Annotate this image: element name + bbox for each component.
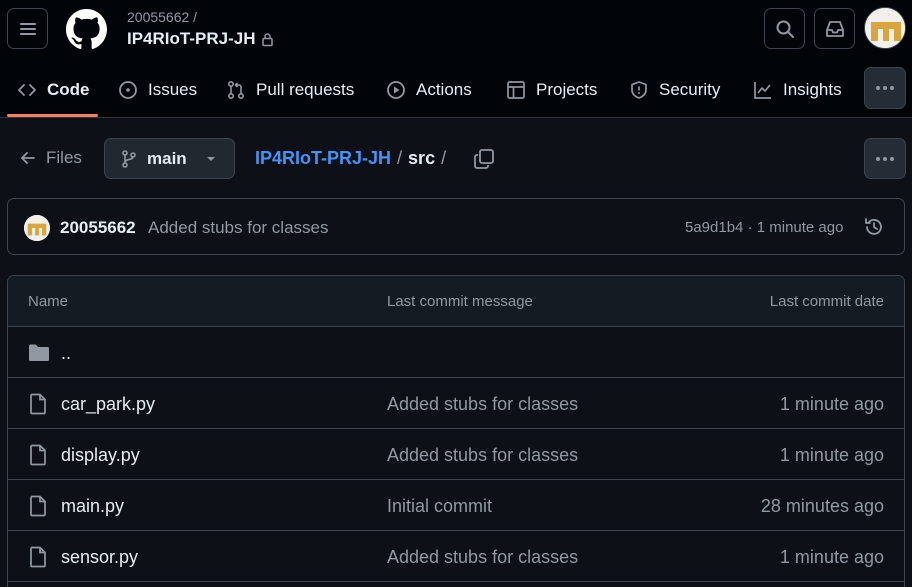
branch-selector[interactable]: main (104, 138, 235, 179)
inbox-button[interactable] (814, 8, 855, 49)
owner-link[interactable]: 20055662 / (127, 9, 197, 25)
commit-message[interactable]: Added stubs for classes (148, 218, 328, 238)
file-name-link[interactable]: sensor.py (61, 547, 138, 568)
history-icon[interactable] (863, 216, 885, 238)
git-branch-icon (122, 149, 136, 168)
repo-nav: Code Issues Pull requests Actions Projec… (0, 66, 912, 118)
tab-label: Code (47, 80, 90, 99)
github-logo[interactable] (66, 9, 107, 50)
table-row[interactable]: display.py Added stubs for classes 1 min… (8, 429, 904, 480)
parent-directory-row[interactable]: .. (8, 327, 904, 378)
tab-label: Actions (416, 80, 472, 99)
file-name-link[interactable]: display.py (61, 445, 140, 466)
kebab-horizontal-icon (876, 156, 894, 161)
tab-code[interactable]: Code (17, 66, 90, 114)
repo-title[interactable]: IP4RIoT-PRJ-JH (127, 29, 274, 49)
pull-request-icon (227, 80, 245, 100)
files-toggle[interactable]: Files (20, 148, 82, 168)
tab-insights[interactable]: Insights (753, 66, 842, 114)
folder-icon (29, 344, 49, 361)
latest-commit-bar: 20055662 Added stubs for classes 5a9d1b4… (7, 198, 905, 255)
commit-hash-and-time[interactable]: 5a9d1b4 · 1 minute ago (685, 219, 843, 236)
files-label: Files (46, 148, 82, 167)
tab-label: Issues (148, 80, 198, 99)
tab-pull-requests[interactable]: Pull requests (226, 66, 354, 114)
parent-directory-link[interactable]: .. (61, 343, 71, 364)
column-header-date: Last commit date (769, 293, 884, 310)
avatar-pattern-icon (24, 215, 50, 241)
issue-opened-icon (119, 81, 137, 99)
copy-icon (474, 149, 494, 169)
more-options-button[interactable] (864, 138, 906, 179)
breadcrumb: IP4RIoT-PRJ-JH / src / (255, 148, 446, 169)
breadcrumb-separator: / (441, 148, 447, 168)
repo-name[interactable]: IP4RIoT-PRJ-JH (127, 29, 255, 49)
tab-label: Projects (536, 80, 598, 99)
file-icon (30, 495, 46, 517)
menu-button[interactable] (7, 8, 48, 49)
kebab-horizontal-icon (876, 86, 894, 90)
file-commit-date: 28 minutes ago (760, 496, 884, 516)
app-header: 20055662 / IP4RIoT-PRJ-JH Code Issues Pu… (0, 0, 912, 118)
file-table: Name Last commit message Last commit dat… (7, 275, 905, 587)
tab-issues[interactable]: Issues (118, 66, 197, 114)
copy-path-button[interactable] (470, 145, 498, 173)
tab-security[interactable]: Security (629, 66, 720, 114)
avatar-pattern-icon (865, 8, 905, 48)
graph-icon (754, 82, 771, 99)
breadcrumb-separator: / (397, 148, 403, 168)
file-icon (30, 393, 46, 415)
file-commit-date: 1 minute ago (779, 394, 884, 414)
more-tabs-button[interactable] (864, 67, 906, 109)
tab-actions[interactable]: Actions (386, 66, 472, 114)
file-commit-message[interactable]: Added stubs for classes (387, 547, 578, 568)
code-icon (18, 84, 36, 96)
user-avatar[interactable] (864, 7, 906, 49)
tab-projects[interactable]: Projects (506, 66, 597, 114)
breadcrumb-repo-link[interactable]: IP4RIoT-PRJ-JH (255, 148, 391, 169)
file-commit-date: 1 minute ago (779, 547, 884, 567)
table-row[interactable]: sensor.py Added stubs for classes 1 minu… (8, 531, 904, 582)
tab-label: Security (659, 80, 721, 99)
file-name-link[interactable]: main.py (61, 496, 124, 517)
breadcrumb-current: src (408, 148, 436, 168)
tab-label: Pull requests (256, 80, 355, 99)
search-button[interactable] (764, 8, 805, 49)
commit-author[interactable]: 20055662 (60, 218, 136, 238)
lock-icon (262, 32, 274, 46)
table-icon (507, 81, 525, 99)
file-name-link[interactable]: car_park.py (61, 394, 155, 415)
branch-name: main (147, 148, 187, 168)
search-icon (776, 20, 794, 38)
shield-icon (631, 81, 647, 99)
inbox-icon (825, 20, 844, 37)
triangle-down-icon (206, 156, 215, 161)
file-commit-message[interactable]: Added stubs for classes (387, 394, 578, 415)
table-header: Name Last commit message Last commit dat… (8, 276, 904, 327)
play-icon (387, 81, 405, 99)
arrow-left-icon (21, 152, 35, 164)
table-row[interactable]: main.py Initial commit 28 minutes ago (8, 480, 904, 531)
column-header-name: Name (28, 293, 69, 310)
tab-label: Insights (783, 80, 842, 99)
file-icon (30, 444, 46, 466)
file-commit-message[interactable]: Added stubs for classes (387, 445, 578, 466)
commit-author-avatar[interactable] (24, 215, 50, 241)
file-icon (30, 546, 46, 568)
file-commit-date: 1 minute ago (779, 445, 884, 465)
column-header-message: Last commit message (387, 293, 533, 310)
active-tab-indicator (7, 114, 98, 117)
file-commit-message[interactable]: Initial commit (387, 496, 492, 517)
table-row[interactable]: car_park.py Added stubs for classes 1 mi… (8, 378, 904, 429)
menu-icon (19, 22, 36, 35)
